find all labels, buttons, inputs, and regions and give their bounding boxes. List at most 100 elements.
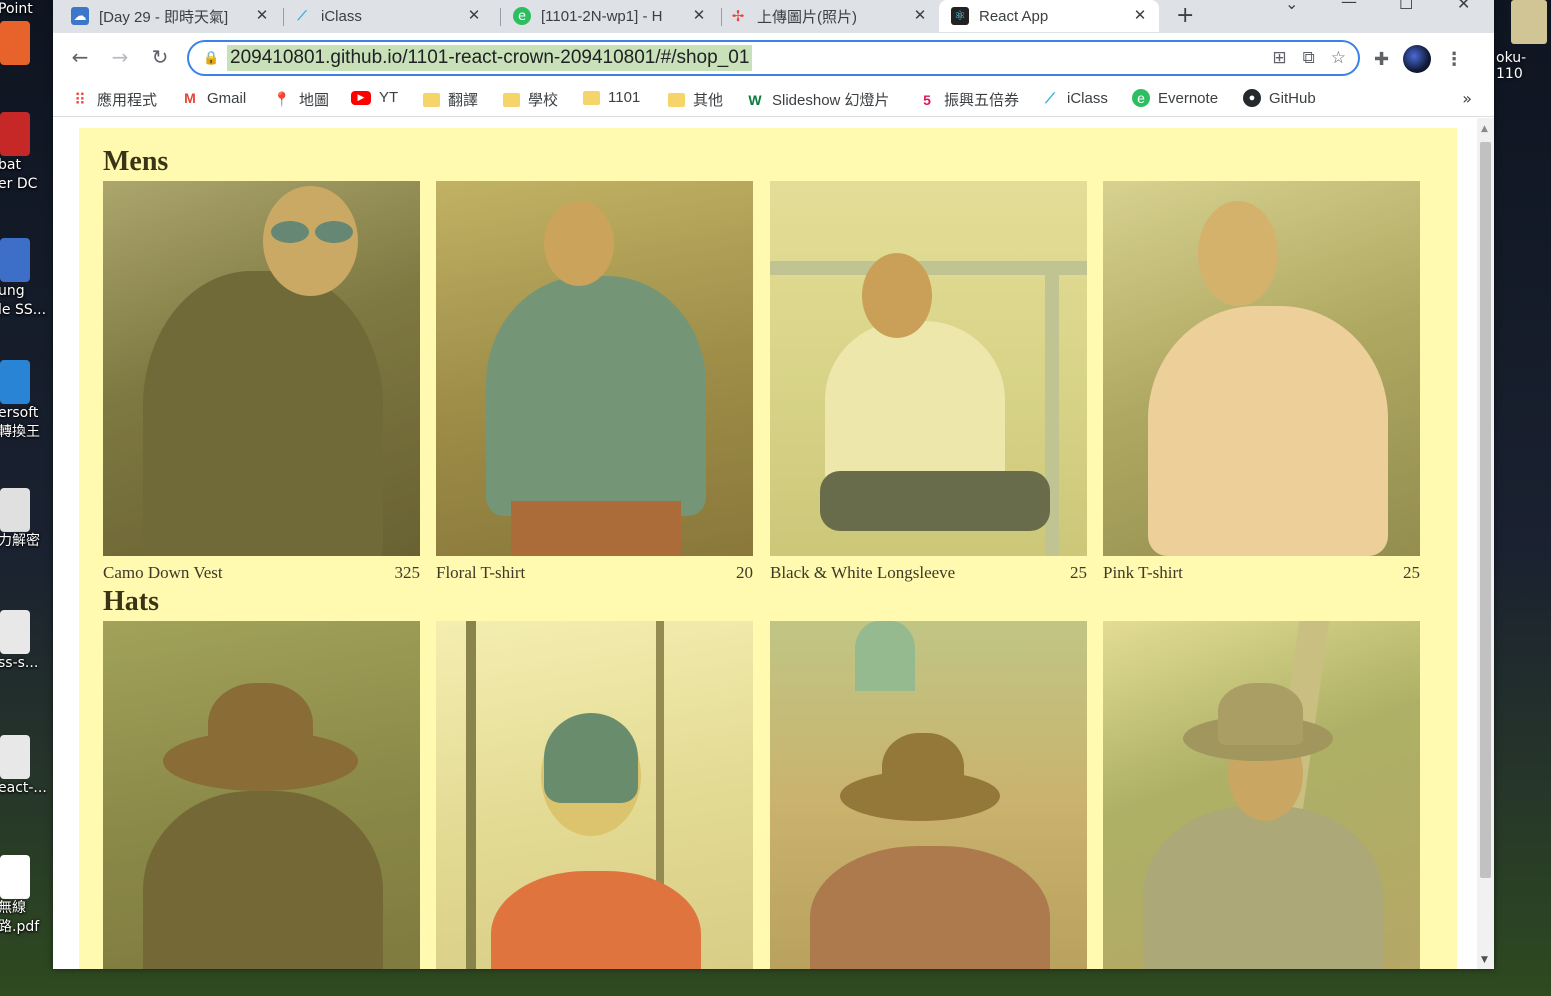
product-image[interactable] xyxy=(436,621,753,969)
folder-icon xyxy=(583,90,600,105)
minimize-icon[interactable]: — xyxy=(1341,0,1357,11)
desktop-shortcut[interactable]: ss-s... xyxy=(0,610,52,673)
bookmark-folder-1101[interactable]: 1101 xyxy=(583,89,640,106)
product-card[interactable]: Camo Down Vest 325 xyxy=(103,181,420,583)
product-card[interactable] xyxy=(436,621,753,969)
desktop-shortcut[interactable]: ung le SS... xyxy=(0,238,52,320)
product-name: Camo Down Vest xyxy=(103,563,223,582)
product-image[interactable] xyxy=(103,621,420,969)
bookmark-label: Gmail xyxy=(207,89,247,107)
tab-title: 上傳圖片(照片) xyxy=(757,8,857,26)
close-icon[interactable]: ✕ xyxy=(465,6,483,24)
reload-icon[interactable]: ↻ xyxy=(148,45,172,69)
collection-title-mens[interactable]: Mens xyxy=(103,146,168,178)
url-text[interactable]: 209410801.github.io/1101-react-crown-209… xyxy=(227,45,753,71)
maximize-icon[interactable]: ☐ xyxy=(1399,0,1413,13)
bookmark-label: GitHub xyxy=(1269,89,1316,107)
bookmark-star-icon[interactable]: ☆ xyxy=(1331,48,1346,68)
close-icon[interactable]: ✕ xyxy=(911,6,929,24)
tab-react-app[interactable]: ⚛ React App ✕ xyxy=(939,0,1159,32)
desktop-app-icon xyxy=(0,112,30,156)
desktop-shortcut[interactable]: ersoft 轉換王 xyxy=(0,360,52,442)
bookmark-folder-other[interactable]: 其他 xyxy=(668,89,723,110)
product-price: 20 xyxy=(736,563,753,582)
browser-toolbar: ← → ↻ 🔒 209410801.github.io/1101-react-c… xyxy=(53,33,1494,83)
product-card[interactable]: Black & White Longsleeve 25 xyxy=(770,181,1087,583)
bookmark-evernote[interactable]: e Evernote xyxy=(1132,89,1218,107)
bookmark-maps[interactable]: 📍 地圖 xyxy=(273,89,329,110)
tab-search-chevron-icon[interactable]: ⌄ xyxy=(1285,0,1298,13)
scrollbar-thumb[interactable] xyxy=(1480,142,1491,878)
desktop-shortcut[interactable]: 無線 路.pdf xyxy=(0,855,52,937)
tab-strip: ☁ [Day 29 - 即時天氣] ✕ ⟋ iClass ✕ e [1101-2… xyxy=(53,0,1494,33)
bookmark-apps[interactable]: ⠿ 應用程式 xyxy=(71,89,157,110)
product-card[interactable] xyxy=(770,621,1087,969)
bookmark-label: 1101 xyxy=(608,89,641,106)
bookmark-slideshow[interactable]: W Slideshow 幻燈片 xyxy=(746,89,889,110)
new-tab-button[interactable]: + xyxy=(1176,3,1194,28)
product-price: 25 xyxy=(1403,563,1420,582)
bookmark-voucher[interactable]: 5 振興五倍券 xyxy=(918,89,1019,110)
lock-icon[interactable]: 🔒 xyxy=(203,51,219,66)
desktop-shortcut[interactable]: eact-... xyxy=(0,735,52,798)
product-image[interactable] xyxy=(436,181,753,556)
desktop-app-icon xyxy=(0,735,30,779)
tab-photos[interactable]: ✢ 上傳圖片(照片) ✕ xyxy=(729,0,939,32)
product-card[interactable]: Floral T-shirt 20 xyxy=(436,181,753,583)
bookmark-label: YT xyxy=(379,89,399,106)
tab-weather[interactable]: ☁ [Day 29 - 即時天氣] ✕ xyxy=(71,0,281,32)
product-name: Floral T-shirt xyxy=(436,563,526,582)
product-name: Pink T-shirt xyxy=(1103,563,1183,582)
react-icon: ⚛ xyxy=(951,7,969,25)
desktop-folder-shortcut[interactable]: oku-110 xyxy=(1496,0,1551,82)
bookmark-label: iClass xyxy=(1067,89,1108,107)
tab-title: iClass xyxy=(321,7,362,25)
page-scrollbar[interactable]: ▲ ▼ xyxy=(1477,118,1494,969)
product-image[interactable] xyxy=(770,621,1087,969)
install-app-icon[interactable]: ⊞ xyxy=(1272,48,1286,68)
collection-title-hats[interactable]: Hats xyxy=(103,586,159,618)
close-icon[interactable]: ✕ xyxy=(1131,6,1149,24)
product-card[interactable] xyxy=(103,621,420,969)
product-card[interactable] xyxy=(1103,621,1420,969)
desktop-shortcut[interactable]: 力解密 xyxy=(0,488,52,551)
bookmark-github[interactable]: ● GitHub xyxy=(1243,89,1316,107)
product-image[interactable] xyxy=(1103,181,1420,556)
scroll-up-arrow-icon[interactable]: ▲ xyxy=(1481,124,1488,134)
more-menu-icon[interactable]: ⋮ xyxy=(1445,49,1463,70)
weather-icon: ☁ xyxy=(71,7,89,25)
window-close-icon[interactable]: ✕ xyxy=(1457,0,1470,13)
bookmark-yt[interactable]: ▶ YT xyxy=(351,89,398,106)
folder-icon xyxy=(503,92,520,107)
desktop-shortcut[interactable]: bat er DC xyxy=(0,112,52,194)
bookmark-folder-translate[interactable]: 翻譯 xyxy=(423,89,478,110)
tab-title: React App xyxy=(979,7,1049,25)
bookmark-folder-school[interactable]: 學校 xyxy=(503,89,558,110)
page-viewport: Mens Camo Down Vest 325 Floral T-shirt 2… xyxy=(53,118,1477,969)
product-card[interactable]: Pink T-shirt 25 xyxy=(1103,181,1420,583)
maps-icon: 📍 xyxy=(273,91,291,107)
bookmark-iclass[interactable]: ⟋ iClass xyxy=(1041,89,1108,107)
bookmark-gmail[interactable]: M Gmail xyxy=(181,89,246,107)
bookmark-label: 應用程式 xyxy=(97,92,158,109)
bookmarks-overflow-button[interactable]: » xyxy=(1462,89,1472,108)
folder-icon xyxy=(1511,0,1547,44)
apps-grid-icon: ⠿ xyxy=(74,91,86,109)
desktop-app-icon xyxy=(0,238,30,282)
desktop-shortcut[interactable]: Point xyxy=(0,0,52,65)
tab-evernote[interactable]: e [1101-2N-wp1] - H ✕ xyxy=(513,0,718,32)
address-bar[interactable]: 🔒 209410801.github.io/1101-react-crown-2… xyxy=(187,40,1360,76)
close-icon[interactable]: ✕ xyxy=(690,6,708,24)
product-image[interactable] xyxy=(1103,621,1420,969)
profile-avatar[interactable] xyxy=(1403,45,1432,73)
product-image[interactable] xyxy=(770,181,1087,556)
product-image[interactable] xyxy=(103,181,420,556)
close-icon[interactable]: ✕ xyxy=(253,6,271,24)
translate-icon[interactable]: ⧉ xyxy=(1303,48,1315,68)
scroll-down-arrow-icon[interactable]: ▼ xyxy=(1481,955,1488,965)
bookmark-label: 翻譯 xyxy=(448,92,479,109)
extensions-icon[interactable]: ✚ xyxy=(1374,49,1389,70)
forward-icon[interactable]: → xyxy=(108,45,132,69)
tab-iclass[interactable]: ⟋ iClass ✕ xyxy=(293,0,493,32)
back-icon[interactable]: ← xyxy=(68,45,92,69)
